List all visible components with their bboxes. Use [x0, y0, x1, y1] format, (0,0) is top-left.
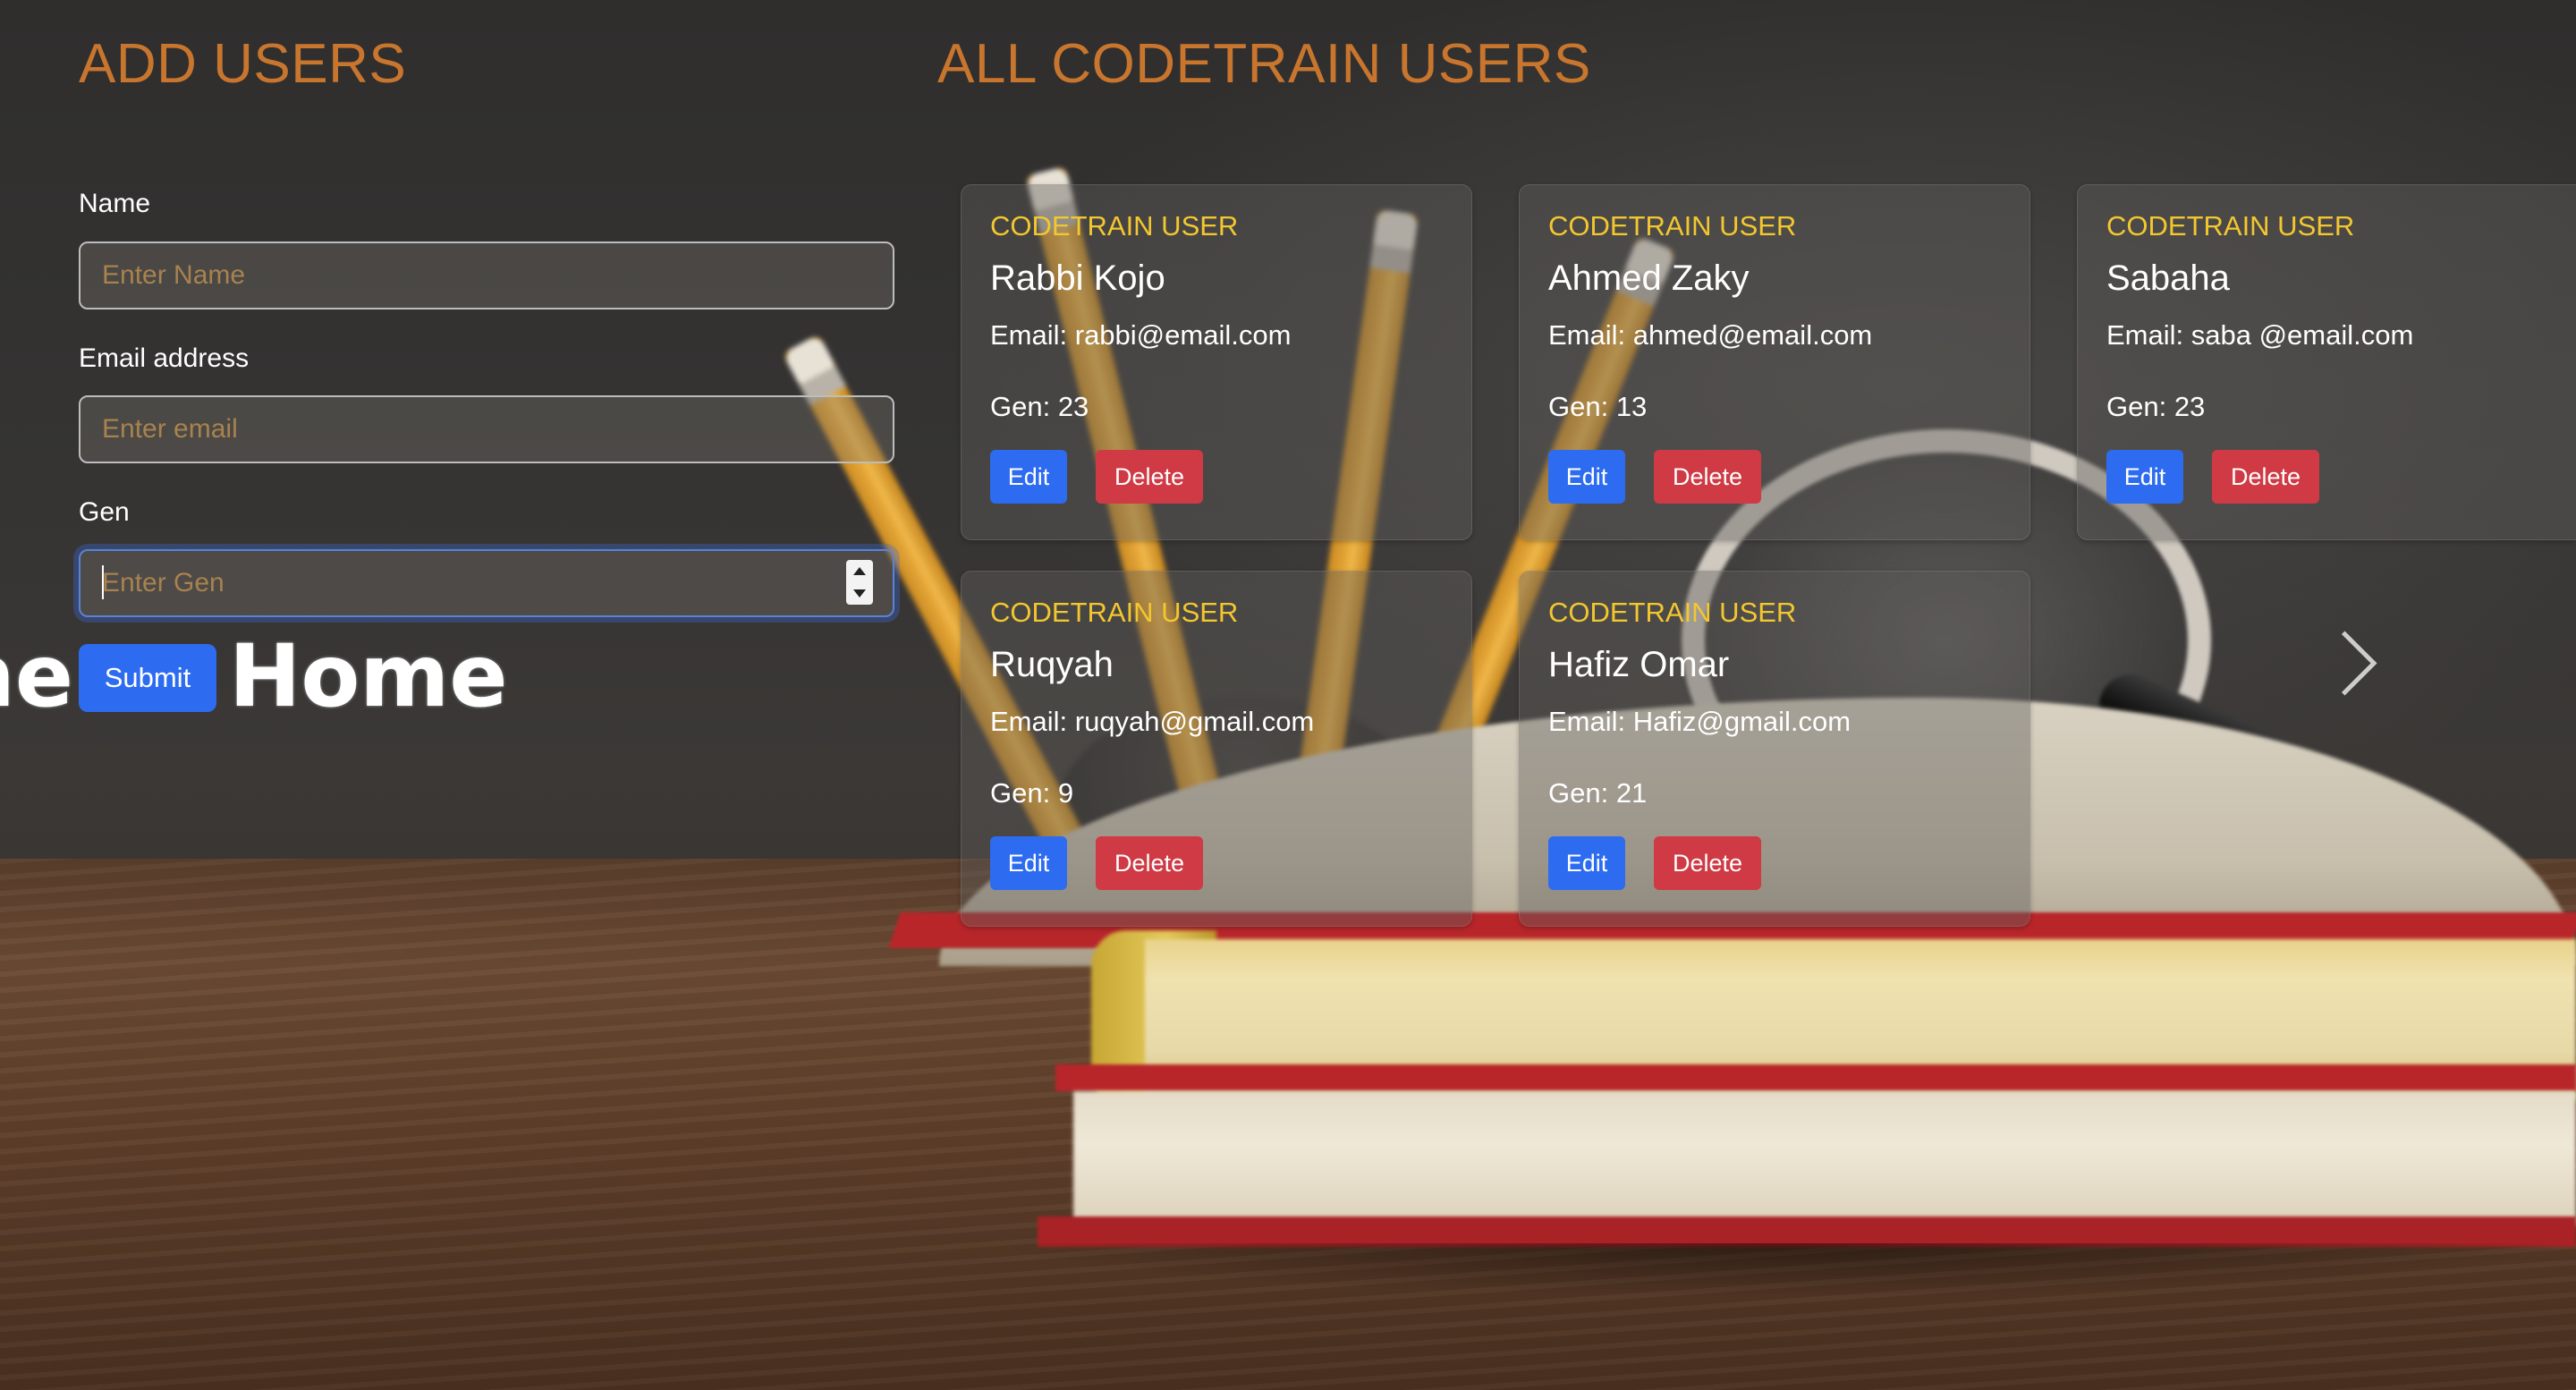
spinner-down-icon[interactable] [853, 589, 866, 598]
gen-input[interactable] [79, 549, 894, 617]
card-gen: Gen: 23 [2106, 391, 2206, 422]
card-name: Ruqyah [990, 645, 1114, 684]
card-name: Sabaha [2106, 259, 2230, 298]
red-book-bottom [1038, 1216, 2576, 1247]
card-gen: Gen: 9 [990, 777, 1074, 809]
card-tag: CODETRAIN USER [990, 210, 1239, 242]
card-name: Ahmed Zaky [1548, 259, 1750, 298]
user-card: CODETRAIN USER Hafiz Omar Email: Hafiz@g… [1519, 571, 2030, 927]
card-gen: Gen: 21 [1548, 777, 1648, 809]
card-name: Hafiz Omar [1548, 645, 1730, 684]
card-gen: Gen: 13 [1548, 391, 1648, 422]
user-card: CODETRAIN USER Rabbi Kojo Email: rabbi@e… [961, 184, 1472, 540]
card-email: Email: rabbi@email.com [990, 319, 1292, 351]
red-book [1073, 1091, 2576, 1225]
book-shadow [984, 1243, 2576, 1297]
submit-button[interactable]: Submit [79, 644, 216, 712]
card-tag: CODETRAIN USER [1548, 210, 1797, 242]
all-users-heading: ALL CODETRAIN USERS [937, 33, 1591, 95]
card-gen: Gen: 23 [990, 391, 1089, 422]
edit-button[interactable]: Edit [1548, 450, 1625, 504]
name-input[interactable] [79, 242, 894, 309]
edit-button[interactable]: Edit [2106, 450, 2183, 504]
email-label: Email address [79, 343, 250, 373]
card-email: Email: ruqyah@gmail.com [990, 706, 1315, 737]
card-tag: CODETRAIN USER [2106, 210, 2355, 242]
delete-button[interactable]: Delete [1654, 450, 1761, 504]
home-text: Home [229, 626, 508, 726]
delete-button[interactable]: Delete [1096, 836, 1203, 890]
card-tag: CODETRAIN USER [1548, 597, 1797, 628]
spinner-up-icon[interactable] [853, 567, 866, 575]
card-email: Email: saba @email.com [2106, 319, 2414, 351]
edit-button[interactable]: Edit [990, 836, 1067, 890]
add-users-heading: ADD USERS [79, 33, 407, 95]
delete-button[interactable]: Delete [1096, 450, 1203, 504]
edit-button[interactable]: Edit [1548, 836, 1625, 890]
user-card: CODETRAIN USER Ahmed Zaky Email: ahmed@e… [1519, 184, 2030, 540]
number-spinner[interactable] [846, 560, 873, 605]
gen-field [79, 549, 894, 617]
email-input[interactable] [79, 395, 894, 463]
card-name: Rabbi Kojo [990, 259, 1165, 298]
user-card: CODETRAIN USER Sabaha Email: saba @email… [2077, 184, 2576, 540]
name-label: Name [79, 189, 151, 218]
card-email: Email: Hafiz@gmail.com [1548, 706, 1852, 737]
red-book-cover [1055, 1064, 2576, 1091]
user-card: CODETRAIN USER Ruqyah Email: ruqyah@gmai… [961, 571, 1472, 927]
gen-label: Gen [79, 497, 130, 527]
edit-button[interactable]: Edit [990, 450, 1067, 504]
text-caret [102, 565, 104, 599]
delete-button[interactable]: Delete [1654, 836, 1761, 890]
home-text-fragment: me [0, 631, 73, 721]
card-tag: CODETRAIN USER [990, 597, 1239, 628]
delete-button[interactable]: Delete [2212, 450, 2319, 504]
card-email: Email: ahmed@email.com [1548, 319, 1873, 351]
